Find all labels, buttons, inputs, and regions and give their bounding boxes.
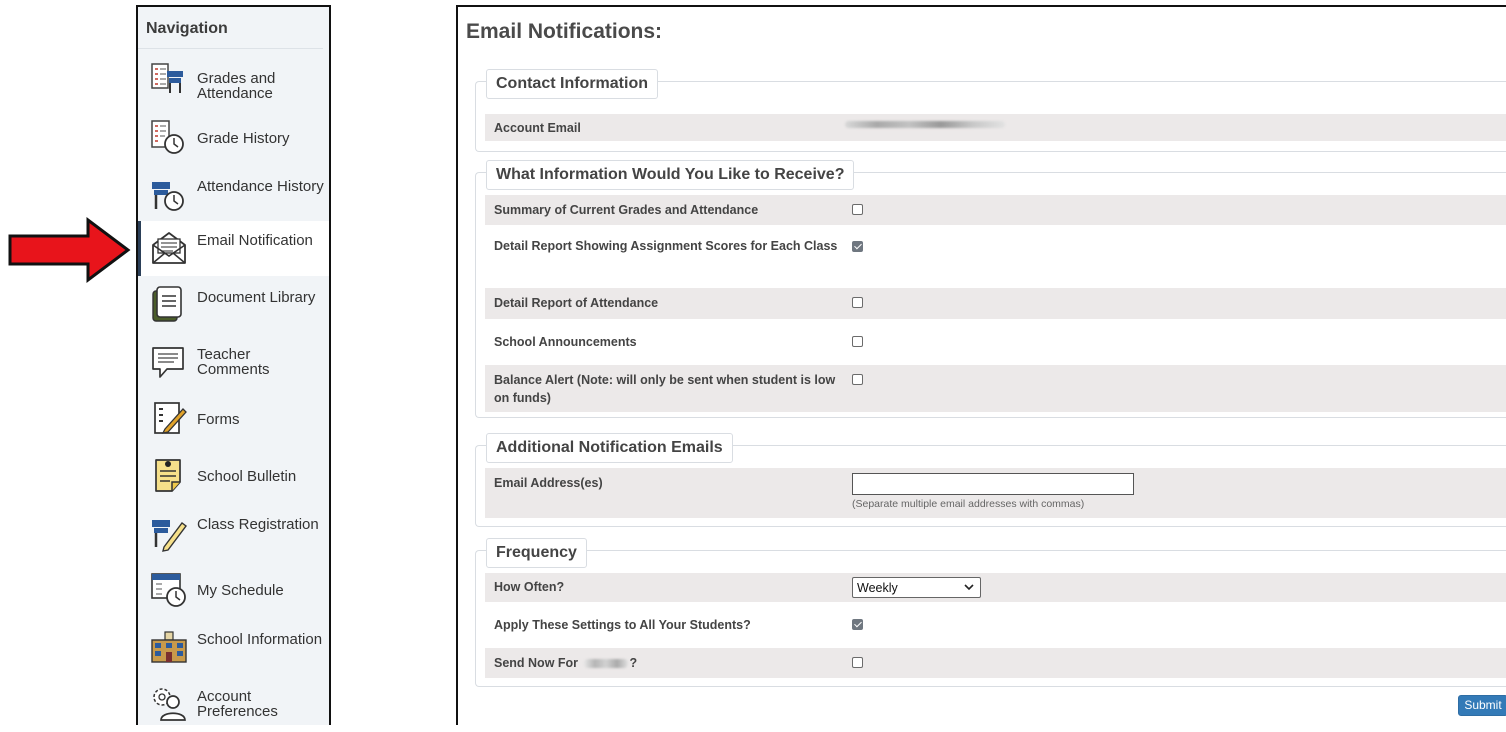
option-label: School Announcements [494,335,637,349]
send-now-row: Send Now For ? [485,648,1506,678]
nav-item-label: Document Library [197,289,316,306]
additional-emails-section: Additional Notification Emails Email Add… [475,433,1506,527]
email-addresses-input[interactable] [852,473,1134,495]
option-label: Balance Alert (Note: will only be sent w… [494,373,836,405]
frequency-section: Frequency How Often? Weekly Apply These … [475,538,1506,687]
navigation-title: Navigation [138,7,323,49]
my-schedule-icon [151,573,186,607]
apply-all-label: Apply These Settings to All Your Student… [494,618,751,632]
chevron-down-icon [964,584,974,591]
send-now-label: Send Now For ? [494,654,844,672]
additional-emails-legend: Additional Notification Emails [486,433,733,463]
nav-item-label: Account Preferences [197,688,278,720]
option-row: School Announcements [485,327,1506,357]
nav-item-school-bulletin[interactable]: School Bulletin [138,449,329,504]
option-label: Detail Report of Attendance [494,296,659,310]
option-row: Balance Alert (Note: will only be sent w… [485,365,1506,412]
apply-all-students-checkbox[interactable] [852,619,863,630]
how-often-label: How Often? [494,580,565,594]
student-name-redacted [583,659,628,669]
account-preferences-icon [153,688,186,721]
option-row: Summary of Current Grades and Attendance [485,195,1506,225]
send-now-prefix: Send Now For [494,656,579,670]
contact-information-section: Contact Information Account Email [475,69,1506,152]
send-now-checkbox[interactable] [852,657,863,668]
apply-all-row: Apply These Settings to All Your Student… [485,610,1506,640]
nav-item-attendance-history[interactable]: Attendance History [138,168,329,223]
how-often-row: How Often? Weekly [485,573,1506,602]
email-notification-icon [152,232,186,264]
email-addresses-row: Email Address(es) (Separate multiple ema… [485,468,1506,518]
nav-item-label: Attendance History [197,178,324,195]
receive-options-section: What Information Would You Like to Recei… [475,160,1506,418]
account-email-row: Account Email [485,114,1506,141]
frequency-legend: Frequency [486,538,587,568]
grade-history-icon [151,120,184,154]
navigation-sidebar: Navigation Grades and Attendance Grade H… [136,5,331,725]
nav-item-label: Grade History [197,130,290,147]
balance-alert-checkbox[interactable] [852,374,863,385]
email-addresses-help: (Separate multiple email addresses with … [852,498,1085,510]
nav-item-label: Forms [197,411,240,428]
nav-item-grade-history[interactable]: Grade History [138,111,329,166]
document-library-icon [152,286,182,322]
detail-assignment-scores-checkbox[interactable] [852,241,863,252]
submit-button[interactable]: Submit [1458,695,1506,716]
how-often-select[interactable]: Weekly [852,577,981,598]
school-announcements-checkbox[interactable] [852,336,863,347]
option-label: Summary of Current Grades and Attendance [494,203,759,217]
nav-item-label: School Bulletin [197,468,297,485]
account-email-value-redacted [845,121,1005,128]
nav-item-label: Grades and Attendance [197,70,276,102]
receive-options-legend: What Information Would You Like to Recei… [486,160,855,190]
forms-icon [154,402,187,434]
nav-item-class-registration[interactable]: Class Registration [138,506,329,561]
nav-item-grades-and-attendance[interactable]: Grades and Attendance [138,54,329,109]
nav-item-teacher-comments[interactable]: Teacher Comments [138,335,329,390]
account-email-label: Account Email [494,121,581,135]
email-notifications-panel: Email Notifications: Contact Information… [456,5,1506,725]
nav-item-document-library[interactable]: Document Library [138,278,329,333]
option-label: Detail Report Showing Assignment Scores … [494,239,838,253]
nav-item-email-notification[interactable]: Email Notification [138,221,329,276]
email-addresses-label: Email Address(es) [494,476,603,490]
nav-item-label: Email Notification [197,232,313,249]
how-often-selected-value: Weekly [857,581,898,595]
option-row: Detail Report Showing Assignment Scores … [485,232,1506,280]
detail-attendance-checkbox[interactable] [852,297,863,308]
nav-item-forms[interactable]: Forms [138,392,329,447]
nav-item-label: School Information [197,631,323,648]
nav-item-school-information[interactable]: School Information [138,620,329,675]
nav-item-label: Teacher Comments [197,346,270,378]
option-row: Detail Report of Attendance [485,288,1506,319]
page-title: Email Notifications: [466,20,663,43]
nav-item-label: My Schedule [197,582,284,599]
grades-attendance-icon [151,63,183,93]
attendance-history-icon [152,182,184,211]
nav-item-label: Class Registration [197,516,319,533]
school-bulletin-icon [155,459,181,492]
contact-information-legend: Contact Information [486,69,658,99]
school-information-icon [151,631,187,663]
summary-grades-checkbox[interactable] [852,204,863,215]
class-registration-icon [152,520,187,552]
red-arrow-pointer [8,217,131,283]
teacher-comments-icon [152,347,184,378]
send-now-suffix: ? [629,656,638,670]
nav-item-account-preferences[interactable]: Account Preferences [138,677,329,732]
nav-item-my-schedule[interactable]: My Schedule [138,563,329,618]
